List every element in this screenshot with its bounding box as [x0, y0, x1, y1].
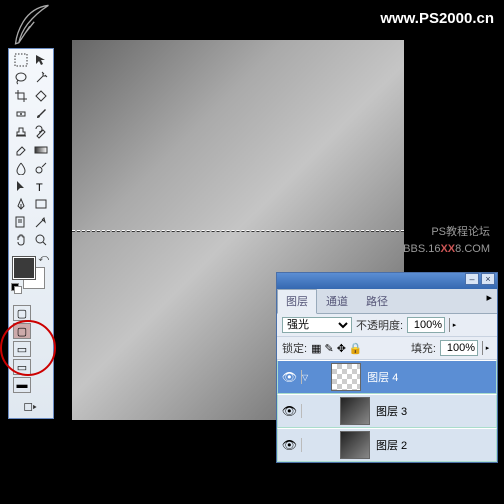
eyedropper-icon[interactable]	[31, 213, 51, 231]
close-icon[interactable]: ×	[481, 273, 495, 285]
stamp-icon[interactable]	[11, 123, 31, 141]
move-icon[interactable]	[31, 51, 51, 69]
layer-thumbnail[interactable]	[331, 363, 361, 391]
blur-icon[interactable]	[11, 159, 31, 177]
layer-name[interactable]: 图层 3	[372, 403, 407, 419]
blend-row: 强光 不透明度: ▸	[277, 314, 497, 337]
crop-icon[interactable]	[11, 87, 31, 105]
visibility-icon[interactable]: 👁	[278, 438, 302, 452]
fill-label: 填充:	[411, 340, 436, 356]
fill-input[interactable]	[440, 340, 478, 356]
lock-row: 锁定: ▦ ✎ ✥ 🔒 填充: ▸	[277, 337, 497, 360]
path-select-icon[interactable]	[11, 177, 31, 195]
lock-label: 锁定:	[282, 340, 307, 356]
foreground-color[interactable]	[13, 257, 35, 279]
layer-thumbnail[interactable]	[340, 431, 370, 459]
lasso-icon[interactable]	[11, 69, 31, 87]
layer-row[interactable]: 👁 ▽ 图层 4	[277, 360, 497, 394]
app-logo-feather	[10, 2, 54, 46]
lock-move-icon[interactable]: ✥	[337, 342, 346, 355]
minimize-icon[interactable]: –	[465, 273, 479, 285]
marquee-selection	[72, 230, 404, 232]
notes-icon[interactable]	[11, 213, 31, 231]
visibility-icon[interactable]: 👁	[278, 404, 302, 418]
screen-mode-1-icon[interactable]: ▭	[13, 341, 31, 357]
panel-menu-icon[interactable]: ▸	[481, 289, 497, 313]
tab-layers[interactable]: 图层	[277, 289, 317, 314]
tools-toolbar: T ⤺ ▢ ▢ ▭ ▭ ▬	[8, 48, 54, 419]
hand-icon[interactable]	[11, 231, 31, 249]
history-brush-icon[interactable]	[31, 123, 51, 141]
opacity-input[interactable]	[407, 317, 445, 333]
tab-paths[interactable]: 路径	[357, 289, 397, 313]
layers-list: 👁 ▽ 图层 4 👁 图层 3 👁 图层 2	[277, 360, 497, 462]
layer-name[interactable]: 图层 4	[363, 369, 398, 385]
layers-panel: – × 图层 通道 路径 ▸ 强光 不透明度: ▸ 锁定: ▦ ✎ ✥ 🔒 填充…	[276, 272, 498, 463]
lock-all-icon[interactable]: 🔒	[349, 342, 363, 355]
zoom-icon[interactable]	[31, 231, 51, 249]
tri-icon: ▽	[302, 373, 308, 382]
tab-channels[interactable]: 通道	[317, 289, 357, 313]
fill-drop-icon[interactable]: ▸	[482, 341, 492, 355]
pen-icon[interactable]	[11, 195, 31, 213]
quickmask-mode-icon[interactable]: ▢	[13, 323, 31, 339]
screen-mode-2-icon[interactable]: ▭	[13, 359, 31, 375]
brush-icon[interactable]	[31, 105, 51, 123]
swap-colors-icon[interactable]: ⤺	[38, 253, 49, 264]
wand-icon[interactable]	[31, 69, 51, 87]
eraser-icon[interactable]	[11, 141, 31, 159]
layer-thumbnail[interactable]	[340, 397, 370, 425]
layer-name[interactable]: 图层 2	[372, 437, 407, 453]
svg-text:T: T	[36, 182, 43, 193]
watermark-url: www.PS2000.cn	[380, 10, 494, 27]
dodge-icon[interactable]	[31, 159, 51, 177]
lock-paint-icon[interactable]: ✎	[324, 342, 333, 355]
layer-row[interactable]: 👁 图层 2	[277, 428, 497, 462]
marquee-icon[interactable]	[11, 51, 31, 69]
standard-mode-icon[interactable]: ▢	[13, 305, 31, 321]
heal-icon[interactable]	[11, 105, 31, 123]
gradient-icon[interactable]	[31, 141, 51, 159]
jump-to-icon[interactable]	[11, 398, 51, 416]
mode-buttons: ▢ ▢ ▭ ▭ ▬	[11, 303, 51, 395]
lock-transparency-icon[interactable]: ▦	[311, 342, 321, 355]
type-icon[interactable]: T	[31, 177, 51, 195]
visibility-icon[interactable]: 👁	[278, 370, 302, 384]
screen-mode-3-icon[interactable]: ▬	[13, 377, 31, 393]
lock-icons: ▦ ✎ ✥ 🔒	[311, 342, 363, 355]
opacity-drop-icon[interactable]: ▸	[449, 318, 459, 332]
watermark-text: PS教程论坛 BBS.16XX8.COM	[403, 224, 490, 258]
panel-titlebar[interactable]: – ×	[277, 273, 497, 289]
slice-icon[interactable]	[31, 87, 51, 105]
blend-mode-select[interactable]: 强光	[282, 317, 352, 333]
layer-row[interactable]: 👁 图层 3	[277, 394, 497, 428]
color-swatches[interactable]: ⤺	[11, 253, 51, 295]
panel-tabs: 图层 通道 路径 ▸	[277, 289, 497, 314]
default-colors-icon[interactable]	[11, 283, 23, 295]
shape-icon[interactable]	[31, 195, 51, 213]
opacity-label: 不透明度:	[356, 317, 403, 333]
